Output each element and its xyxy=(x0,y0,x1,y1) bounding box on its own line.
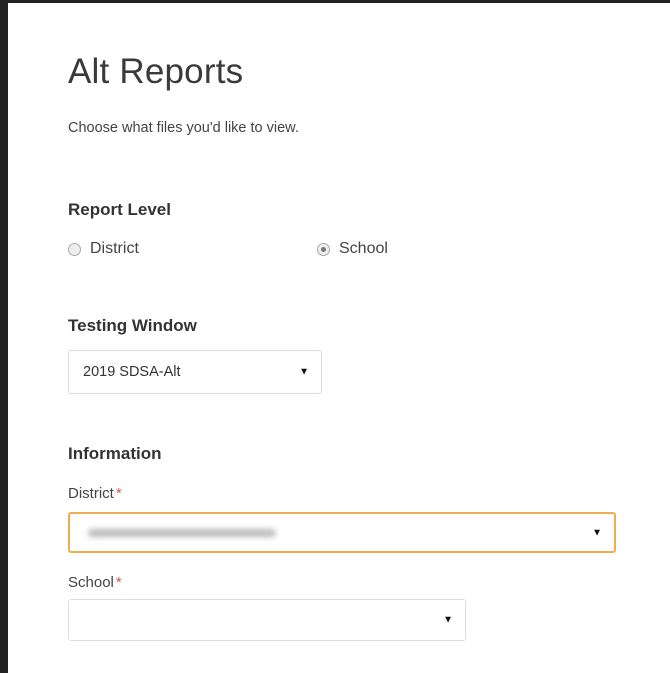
district-label: District * xyxy=(68,485,122,502)
school-label-text: School xyxy=(68,574,114,591)
radio-district-circle[interactable] xyxy=(68,242,81,256)
radio-school[interactable]: School xyxy=(317,240,388,258)
radio-school-circle[interactable] xyxy=(317,242,330,256)
window-border-top xyxy=(0,0,670,3)
page-subtitle: Choose what files you'd like to view. xyxy=(68,120,299,136)
required-asterisk: * xyxy=(115,574,122,591)
district-label-text: District xyxy=(68,485,114,502)
school-label: School * xyxy=(68,574,122,591)
district-select[interactable]: ▼ xyxy=(68,512,616,553)
district-value-redacted xyxy=(88,528,276,537)
report-level-heading: Report Level xyxy=(68,200,171,219)
information-heading: Information xyxy=(68,444,162,463)
testing-window-value: 2019 SDSA-Alt xyxy=(83,364,181,380)
caret-down-icon: ▼ xyxy=(443,614,453,626)
testing-window-select[interactable]: 2019 SDSA-Alt ▼ xyxy=(68,350,322,394)
required-asterisk: * xyxy=(115,485,122,502)
caret-down-icon: ▼ xyxy=(592,527,602,538)
school-select[interactable]: ▼ xyxy=(68,599,466,641)
radio-district-label: District xyxy=(90,240,139,257)
radio-school-label: School xyxy=(339,240,388,257)
radio-district[interactable]: District xyxy=(68,240,139,258)
page-title: Alt Reports xyxy=(68,52,244,91)
caret-down-icon: ▼ xyxy=(299,366,309,378)
window-border-left xyxy=(0,0,8,673)
testing-window-heading: Testing Window xyxy=(68,316,197,335)
